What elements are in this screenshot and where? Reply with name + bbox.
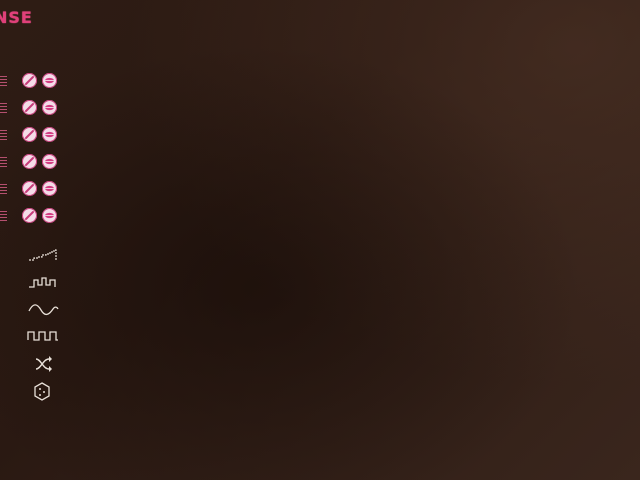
mute-slash-icon bbox=[25, 211, 34, 220]
option-button[interactable] bbox=[42, 154, 57, 169]
track-controls bbox=[0, 72, 70, 234]
square-pattern-button[interactable] bbox=[26, 327, 60, 354]
random-dice-button[interactable] bbox=[26, 381, 60, 408]
menu-lines-icon[interactable] bbox=[0, 184, 7, 195]
step-pattern-icon bbox=[29, 277, 56, 288]
sine-wave-icon bbox=[28, 304, 59, 316]
option-button[interactable] bbox=[42, 73, 57, 88]
shuffle-icon bbox=[35, 356, 52, 372]
mute-slash-icon bbox=[25, 130, 34, 139]
mute-button[interactable] bbox=[22, 73, 37, 88]
pattern-buttons bbox=[26, 246, 60, 408]
mute-slash-icon bbox=[25, 76, 34, 85]
shuffle-button[interactable] bbox=[26, 354, 60, 381]
track-row bbox=[0, 126, 70, 153]
option-button[interactable] bbox=[42, 100, 57, 115]
dice-icon bbox=[34, 382, 50, 401]
option-button[interactable] bbox=[42, 181, 57, 196]
track-row bbox=[0, 99, 70, 126]
menu-lines-icon[interactable] bbox=[0, 157, 7, 168]
brand-logo: NSE bbox=[0, 8, 33, 27]
lips-icon bbox=[45, 212, 54, 219]
menu-lines-icon[interactable] bbox=[0, 76, 7, 87]
mute-button[interactable] bbox=[22, 154, 37, 169]
lips-icon bbox=[45, 131, 54, 138]
track-row bbox=[0, 72, 70, 99]
option-button[interactable] bbox=[42, 127, 57, 142]
lips-icon bbox=[45, 104, 54, 111]
stairs-pattern-button[interactable] bbox=[26, 246, 60, 273]
track-row bbox=[0, 153, 70, 180]
square-wave-icon bbox=[27, 331, 58, 341]
mute-slash-icon bbox=[25, 184, 34, 193]
step-pattern-button[interactable] bbox=[26, 273, 60, 300]
option-button[interactable] bbox=[42, 208, 57, 223]
mute-button[interactable] bbox=[22, 100, 37, 115]
track-row bbox=[0, 207, 70, 234]
mute-slash-icon bbox=[25, 103, 34, 112]
lips-icon bbox=[45, 185, 54, 192]
menu-lines-icon[interactable] bbox=[0, 211, 7, 222]
lips-icon bbox=[45, 158, 54, 165]
sine-pattern-button[interactable] bbox=[26, 300, 60, 327]
mute-button[interactable] bbox=[22, 127, 37, 142]
stairs-ascending-icon bbox=[29, 249, 57, 261]
track-row bbox=[0, 180, 70, 207]
menu-lines-icon[interactable] bbox=[0, 103, 7, 114]
menu-lines-icon[interactable] bbox=[0, 130, 7, 141]
lips-icon bbox=[45, 77, 54, 84]
mute-button[interactable] bbox=[22, 181, 37, 196]
mute-slash-icon bbox=[25, 157, 34, 166]
mute-button[interactable] bbox=[22, 208, 37, 223]
